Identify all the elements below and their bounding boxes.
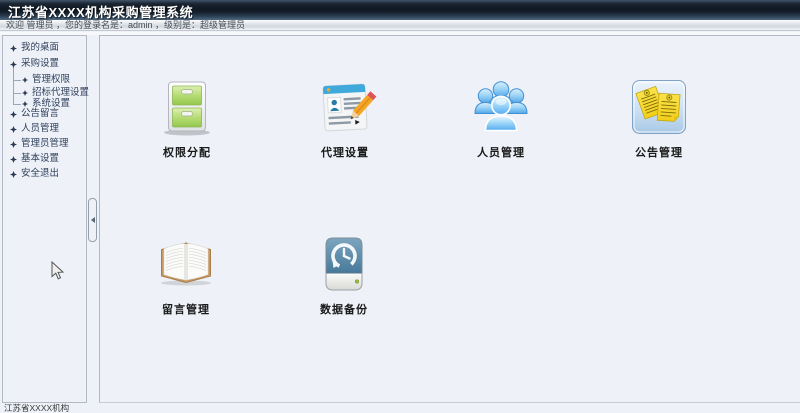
title-bar: 江苏省XXXX机构采购管理系统 — [0, 0, 800, 20]
shortcut-permission-assignment[interactable]: 权限分配 — [124, 75, 250, 160]
diamond-bullet-icon — [10, 111, 17, 118]
shortcut-label: 权限分配 — [124, 144, 250, 160]
welcome-bar: 欢迎 管理员 ，您的登录名是：admin ，级别是：超级管理员 — [0, 20, 800, 31]
sidebar-item-label: 我的桌面 — [21, 42, 59, 54]
diamond-bullet-icon — [10, 141, 17, 148]
sticky-notes-icon — [627, 75, 691, 139]
sidebar-item-basic-settings[interactable]: 基本设置 — [10, 153, 59, 165]
shortcut-announcement-management[interactable]: 公告管理 — [596, 75, 722, 160]
diamond-bullet-icon — [10, 126, 17, 133]
people-group-icon — [469, 75, 533, 139]
sidebar-item-label: 管理员管理 — [21, 138, 69, 150]
tree-connector-line — [13, 104, 21, 105]
sidebar-item-personnel-management[interactable]: 人员管理 — [10, 123, 59, 135]
sidebar-item-label: 人员管理 — [21, 123, 59, 135]
sidebar: 我的桌面 采购设置 管理权限 招标代理设置 系统设置 公告留言 人员管理 管理 — [2, 35, 87, 403]
sidebar-collapse-handle[interactable] — [88, 198, 97, 242]
shortcut-label: 代理设置 — [282, 144, 408, 160]
sidebar-item-label: 管理权限 — [32, 74, 70, 86]
sidebar-item-admin-management[interactable]: 管理员管理 — [10, 138, 69, 150]
sidebar-item-label: 安全退出 — [21, 168, 59, 180]
shortcut-label: 留言管理 — [123, 301, 249, 317]
shortcut-data-backup[interactable]: 数据备份 — [281, 232, 407, 317]
diamond-bullet-icon — [22, 77, 28, 83]
backup-drive-icon — [312, 232, 376, 296]
file-cabinet-icon — [155, 75, 219, 139]
diamond-bullet-icon — [10, 156, 17, 163]
diamond-bullet-icon — [22, 101, 28, 107]
sidebar-item-safe-exit[interactable]: 安全退出 — [10, 168, 59, 180]
diamond-bullet-icon — [10, 45, 17, 52]
tree-connector-line — [13, 93, 21, 94]
page-title: 江苏省XXXX机构采购管理系统 — [8, 2, 193, 21]
tree-connector-line — [13, 66, 14, 104]
diamond-bullet-icon — [22, 90, 28, 96]
sidebar-item-label: 采购设置 — [21, 58, 59, 70]
welcome-text: 欢迎 管理员 ，您的登录名是：admin ，级别是：超级管理员 — [6, 20, 245, 30]
document-edit-icon — [313, 75, 377, 139]
shortcut-message-management[interactable]: 留言管理 — [123, 232, 249, 317]
status-text: 江苏省XXXX机构 — [4, 403, 69, 413]
open-book-icon — [154, 232, 218, 296]
sidebar-item-procurement-settings[interactable]: 采购设置 — [10, 58, 59, 70]
sidebar-item-manage-permissions[interactable]: 管理权限 — [22, 74, 70, 86]
app-window: 江苏省XXXX机构采购管理系统 欢迎 管理员 ，您的登录名是：admin ，级别… — [0, 0, 800, 413]
diamond-bullet-icon — [10, 61, 17, 68]
diamond-bullet-icon — [10, 171, 17, 178]
status-bar: 江苏省XXXX机构 — [0, 403, 800, 413]
main-content: 权限分配 — [99, 35, 800, 403]
sidebar-item-my-desktop[interactable]: 我的桌面 — [10, 42, 59, 54]
shortcut-agent-settings[interactable]: 代理设置 — [282, 75, 408, 160]
collapse-arrow-icon — [91, 217, 95, 223]
shortcut-personnel-management[interactable]: 人员管理 — [438, 75, 564, 160]
sidebar-item-label: 基本设置 — [21, 153, 59, 165]
tree-connector-line — [13, 80, 21, 81]
sidebar-item-label: 公告留言 — [21, 108, 59, 120]
shortcut-label: 人员管理 — [438, 144, 564, 160]
sidebar-item-announcement-messages[interactable]: 公告留言 — [10, 108, 59, 120]
shortcut-label: 公告管理 — [596, 144, 722, 160]
shortcut-label: 数据备份 — [281, 301, 407, 317]
